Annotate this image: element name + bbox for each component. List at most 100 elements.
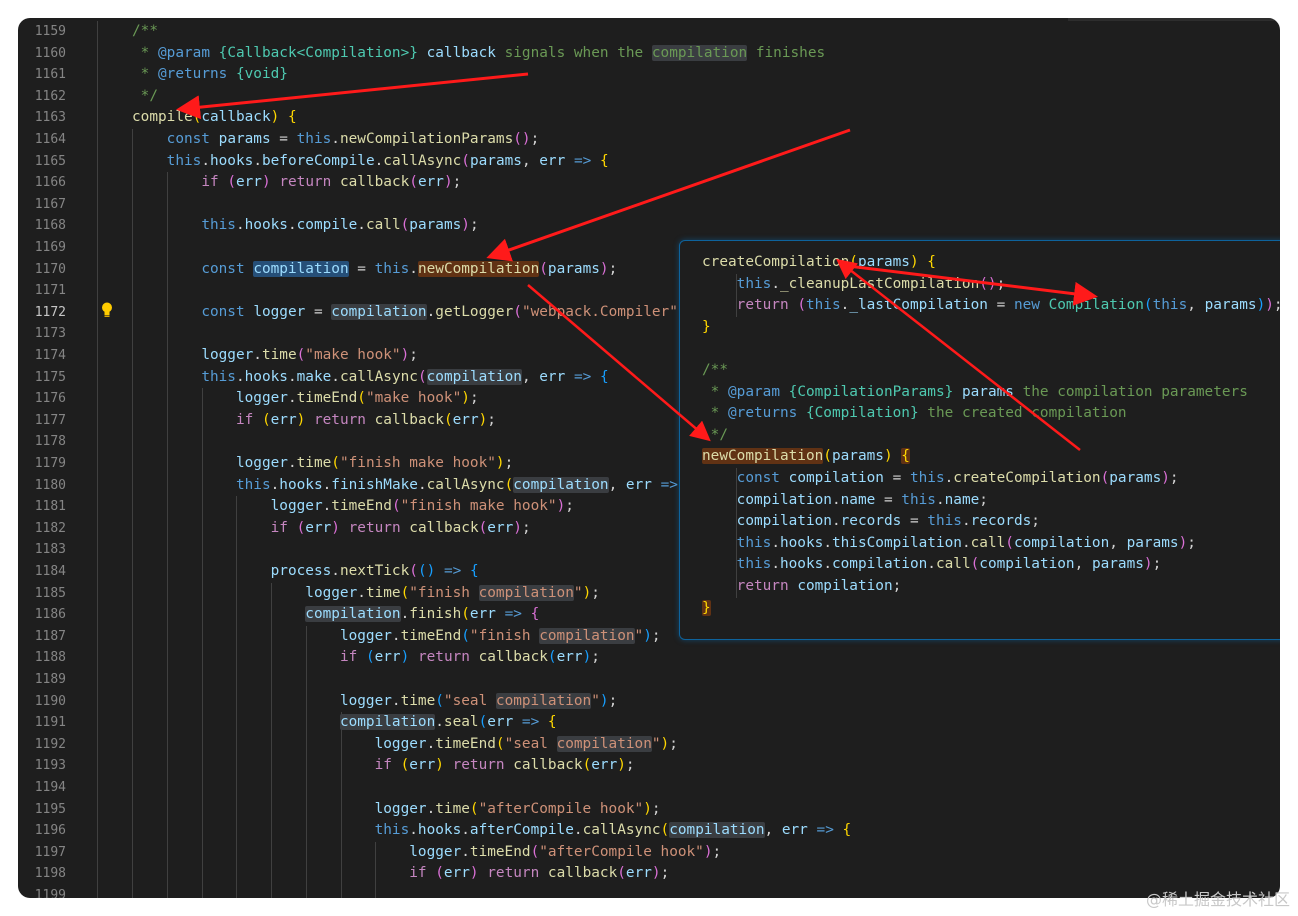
popup-code-line[interactable]: compilation.records = this.records;: [702, 511, 1040, 533]
code-line[interactable]: compile(callback) {: [132, 107, 297, 129]
code-token: logger: [201, 347, 254, 363]
code-line[interactable]: if (err) return callback(err);: [132, 755, 635, 777]
code-editor[interactable]: 1159 1160 1161 1162 1163 1164 1165 1166 1167 1168…: [18, 18, 1280, 898]
code-line[interactable]: logger.timeEnd("afterCompile hook");: [132, 842, 721, 864]
code-token: .: [461, 822, 470, 839]
code-line[interactable]: if (err) return callback(err);: [132, 518, 531, 540]
code-token: {: [842, 822, 852, 839]
code-line[interactable]: * @param {Callback<Compilation>} callbac…: [132, 43, 825, 65]
code-token: (: [400, 757, 410, 774]
code-line[interactable]: logger.time("make hook");: [132, 345, 418, 367]
code-line[interactable]: compilation.finish(err => {: [132, 604, 539, 626]
popup-code-line[interactable]: this._cleanupLastCompilation();: [702, 274, 1006, 296]
code-token: return: [736, 297, 789, 314]
code-line[interactable]: this.hooks.finishMake.callAsync(compilat…: [132, 475, 678, 497]
popup-code-line[interactable]: return compilation;: [702, 576, 902, 598]
code-token: return: [417, 649, 470, 666]
popup-code-line[interactable]: }: [702, 317, 711, 339]
code-token: (: [461, 627, 470, 644]
popup-code-line[interactable]: */: [702, 425, 728, 447]
popup-code-line[interactable]: /**: [702, 360, 728, 382]
code-line[interactable]: logger.time("finish compilation");: [132, 583, 600, 605]
code-line[interactable]: const logger = compilation.getLogger("we…: [132, 302, 678, 324]
code-token: createCompilation: [953, 470, 1101, 486]
code-line[interactable]: logger.time("seal compilation");: [132, 691, 617, 713]
code-line[interactable]: this.hooks.make.callAsync(compilation, e…: [132, 367, 609, 389]
popup-code-line[interactable]: compilation.name = this.name;: [702, 490, 988, 512]
code-line[interactable]: if (err) return callback(err);: [132, 172, 461, 194]
code-line[interactable]: logger.timeEnd("finish compilation");: [132, 626, 661, 648]
popup-code-line[interactable]: * @returns {Compilation} the created com…: [702, 403, 1127, 425]
popup-code-line[interactable]: * @param {CompilationParams} params the …: [702, 382, 1248, 404]
code-line[interactable]: if (err) return callback(err);: [132, 863, 669, 885]
code-line[interactable]: process.nextTick(() => {: [132, 561, 479, 583]
popup-code-line[interactable]: createCompilation(params) {: [702, 252, 936, 274]
code-token: ": [634, 627, 644, 644]
code-line[interactable]: logger.time("afterCompile hook");: [132, 799, 661, 821]
code-line[interactable]: this.hooks.beforeCompile.callAsync(param…: [132, 151, 609, 173]
code-token: (: [530, 843, 540, 860]
popup-code-line[interactable]: newCompilation(params) {: [702, 446, 910, 468]
code-line[interactable]: logger.timeEnd("seal compilation");: [132, 734, 678, 756]
code-token: beforeCompile: [261, 152, 375, 169]
code-line[interactable]: const compilation = this.newCompilation(…: [132, 259, 617, 281]
code-token: timeEnd: [296, 390, 358, 407]
code-token: call: [935, 556, 971, 573]
code-token: (: [461, 606, 470, 623]
popup-code-line[interactable]: }: [702, 598, 711, 620]
code-line[interactable]: logger.time("finish make hook");: [132, 453, 513, 475]
code-token: .: [374, 152, 384, 169]
code-token: .: [417, 476, 427, 493]
code-token: (: [823, 448, 832, 465]
popup-code-line[interactable]: this.hooks.thisCompilation.call(compilat…: [702, 533, 1196, 555]
watermark: @稀土掘金技术社区: [1145, 890, 1290, 909]
code-token: ": [591, 692, 600, 709]
code-token: =>: [816, 822, 834, 839]
code-line[interactable]: if (err) return callback(err);: [132, 410, 496, 432]
code-token: ): [261, 174, 271, 191]
code-line[interactable]: this.hooks.compile.call(params);: [132, 215, 479, 237]
code-token: this: [1152, 297, 1188, 314]
code-line[interactable]: * @returns {void}: [132, 64, 288, 86]
popup-code-line[interactable]: const compilation = this.createCompilati…: [702, 468, 1179, 490]
code-line[interactable]: */: [132, 86, 158, 108]
code-token: logger: [409, 843, 462, 860]
peek-definition-popup[interactable]: createCompilation(params) { this._cleanu…: [679, 240, 1280, 640]
code-token: compilation: [339, 714, 436, 731]
code-token: .: [287, 390, 297, 407]
code-token: =: [305, 303, 332, 320]
code-line[interactable]: compilation.seal(err => {: [132, 712, 557, 734]
code-token: the created compilation: [918, 405, 1127, 422]
code-token: .: [270, 476, 280, 493]
code-token: time: [400, 692, 436, 709]
code-token: ): [1256, 297, 1266, 314]
code-line[interactable]: /**: [132, 21, 158, 43]
code-token: const: [166, 131, 210, 147]
code-line[interactable]: if (err) return callback(err);: [132, 647, 600, 669]
code-token: return: [452, 757, 505, 774]
code-token: */: [132, 87, 158, 104]
code-token: "seal: [443, 692, 496, 709]
code-token: ): [1265, 297, 1274, 314]
code-line[interactable]: logger.timeEnd("finish make hook");: [132, 496, 574, 518]
code-token: .: [461, 843, 470, 860]
code-line[interactable]: const params = this.newCompilationParams…: [132, 129, 540, 151]
popup-code-line[interactable]: this.hooks.compilation.call(compilation,…: [702, 554, 1162, 576]
code-token: params: [961, 383, 1014, 400]
code-line[interactable]: logger.timeEnd("make hook");: [132, 388, 479, 410]
popup-code-line[interactable]: return (this._lastCompilation = new Comp…: [702, 295, 1280, 317]
code-line[interactable]: this.hooks.afterCompile.callAsync(compil…: [132, 820, 851, 842]
lightbulb-icon[interactable]: [100, 301, 114, 319]
code-token: ;: [469, 217, 479, 234]
